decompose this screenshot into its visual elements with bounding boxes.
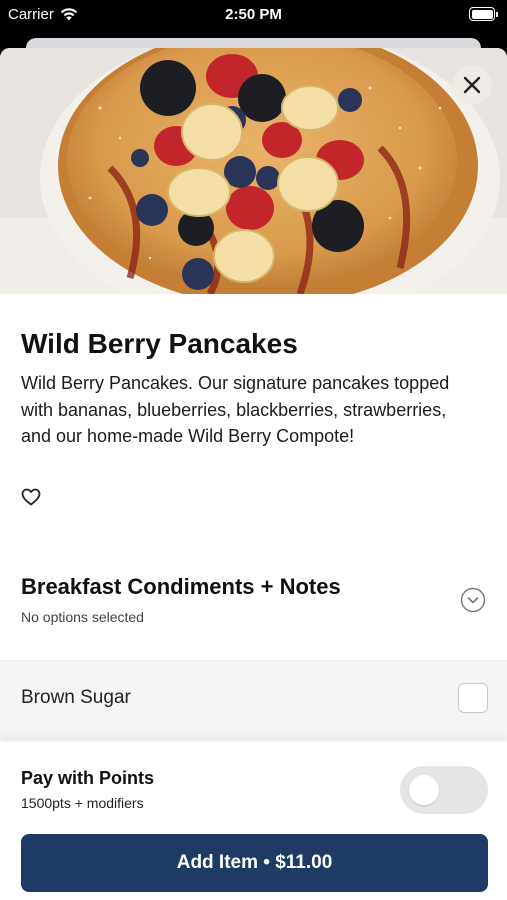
pay-with-points-label: Pay with Points — [21, 768, 155, 788]
modifier-option-label: Brown Sugar — [21, 687, 131, 708]
points-cost-label: 1500pts + modifiers — [21, 795, 144, 811]
item-detail-sheet: Wild Berry Pancakes Wild Berry Pancakes.… — [0, 48, 507, 900]
toggle-knob — [409, 775, 439, 805]
modifier-section-title: Breakfast Condiments + Notes — [21, 574, 341, 599]
item-description: Wild Berry Pancakes. Our signature panca… — [21, 373, 450, 446]
checkout-bar: Pay with Points 1500pts + modifiers Add … — [0, 742, 507, 900]
modifier-option-checkbox[interactable] — [458, 683, 488, 713]
chevron-down-circle-icon[interactable] — [460, 587, 486, 613]
add-item-button[interactable]: Add Item • $11.00 — [21, 834, 488, 892]
item-photo — [0, 48, 507, 294]
heart-outline-icon[interactable] — [21, 488, 41, 506]
modifier-section-subtitle: No options selected — [21, 609, 144, 625]
item-title: Wild Berry Pancakes — [21, 328, 298, 359]
pay-with-points-toggle[interactable] — [400, 766, 488, 814]
status-time: 2:50 PM — [225, 6, 282, 23]
status-bar: Carrier 2:50 PM — [0, 0, 507, 30]
close-icon — [463, 76, 481, 94]
close-button[interactable] — [452, 65, 492, 105]
battery-full-icon — [469, 7, 498, 21]
modifier-option-row[interactable]: Brown Sugar — [0, 660, 507, 740]
